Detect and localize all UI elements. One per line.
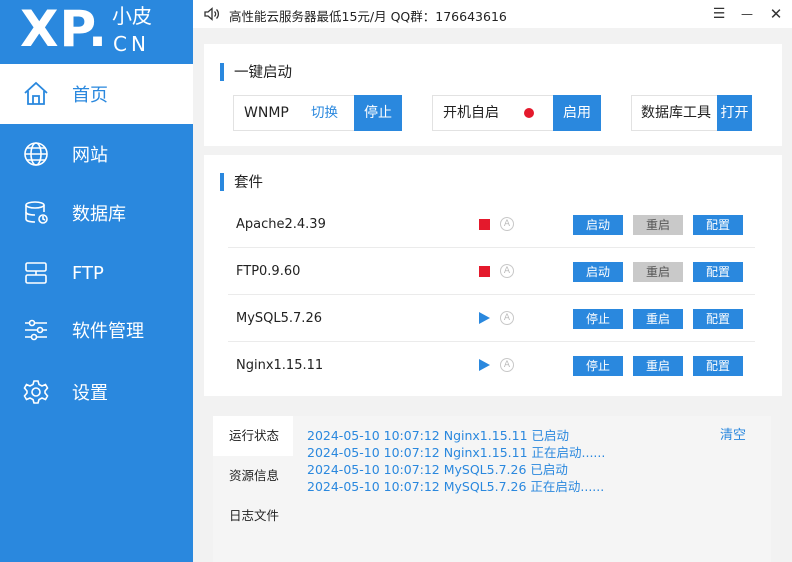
home-icon (24, 81, 48, 105)
autostart-label: 开机自启 (443, 105, 499, 121)
close-button[interactable]: ✕ (764, 2, 788, 26)
restart-button[interactable]: 重启 (633, 215, 683, 235)
sidebar: XP. 小皮 CN 首页 网站 数据库 FTP 软件管理 设置 (0, 0, 193, 562)
globe-icon (24, 142, 48, 166)
sidebar-item-label: 网站 (72, 145, 108, 166)
auto-start-icon[interactable]: A (500, 358, 514, 372)
open-db-tool-button[interactable]: 打开 (717, 95, 752, 131)
auto-start-icon[interactable]: A (500, 311, 514, 325)
logo-brand-cn: 小皮 (112, 4, 152, 28)
tab-resource-info[interactable]: 资源信息 (213, 456, 293, 496)
db-tool-group: 数据库工具 打开 (631, 95, 752, 131)
sidebar-item-label: 软件管理 (72, 321, 144, 342)
minimize-button[interactable]: — (735, 2, 759, 26)
database-icon (25, 201, 48, 224)
tab-log-files[interactable]: 日志文件 (213, 496, 293, 536)
sidebar-item-label: 首页 (72, 85, 108, 106)
running-status-icon (479, 312, 490, 324)
enable-autostart-button[interactable]: 启用 (553, 95, 601, 131)
sidebar-item-label: FTP (72, 262, 104, 284)
stop-button[interactable]: 停止 (573, 356, 623, 376)
gear-icon (23, 380, 49, 404)
wnmp-label: WNMP (244, 105, 289, 121)
service-name: MySQL5.7.26 (236, 311, 322, 326)
quickstart-title-text: 一键启动 (234, 65, 292, 81)
sliders-icon (25, 319, 47, 341)
logo-brand: XP. (20, 0, 109, 58)
stopped-status-icon (479, 266, 490, 277)
config-button[interactable]: 配置 (693, 309, 743, 329)
sidebar-item-database[interactable]: 数据库 (0, 183, 193, 243)
stop-button[interactable]: 停止 (573, 309, 623, 329)
db-tool-label: 数据库工具 (641, 105, 711, 121)
sidebar-item-settings[interactable]: 设置 (0, 362, 193, 422)
config-button[interactable]: 配置 (693, 262, 743, 282)
restart-button[interactable]: 重启 (633, 356, 683, 376)
restart-button[interactable]: 重启 (633, 262, 683, 282)
suite-row-ftp: FTP0.9.60 A 启动 重启 配置 (228, 248, 755, 295)
log-content: 2024-05-10 10:07:12 Nginx1.15.11 已启动 202… (293, 416, 771, 562)
auto-start-icon[interactable]: A (500, 264, 514, 278)
service-name: Apache2.4.39 (236, 217, 326, 232)
menu-button[interactable]: ☰ (707, 2, 731, 26)
sidebar-item-label: 数据库 (72, 204, 126, 225)
ftp-icon (25, 262, 47, 284)
app-window: XP. 小皮 CN 首页 网站 数据库 FTP 软件管理 设置 高性能云服务器最… (0, 0, 792, 562)
suite-row-mysql: MySQL5.7.26 A 停止 重启 配置 (228, 295, 755, 342)
start-button[interactable]: 启动 (573, 215, 623, 235)
service-name: Nginx1.15.11 (236, 358, 324, 373)
wnmp-group: WNMP 切换 停止 (233, 95, 402, 131)
ad-banner-text[interactable]: 高性能云服务器最低15元/月 QQ群：176643616 (229, 6, 507, 25)
autostart-group: 开机自启 启用 (432, 95, 601, 131)
title-bar: 高性能云服务器最低15元/月 QQ群：176643616 ☰ — ✕ (193, 0, 792, 28)
config-button[interactable]: 配置 (693, 356, 743, 376)
auto-start-icon[interactable]: A (500, 217, 514, 231)
switch-link[interactable]: 切换 (311, 96, 338, 130)
service-name: FTP0.9.60 (236, 264, 301, 279)
quickstart-panel: 一键启动 WNMP 切换 停止 开机自启 启用 数据库工具 打开 (204, 44, 782, 146)
start-button[interactable]: 启动 (573, 262, 623, 282)
stop-all-button[interactable]: 停止 (354, 95, 402, 131)
suite-title: 套件 (220, 171, 263, 192)
suite-panel: 套件 Apache2.4.39 A 启动 重启 配置 FTP0.9.60 A 启… (204, 155, 782, 396)
config-button[interactable]: 配置 (693, 215, 743, 235)
sidebar-item-label: 设置 (72, 383, 108, 404)
autostart-status-dot (524, 108, 534, 118)
suite-row-nginx: Nginx1.15.11 A 停止 重启 配置 (228, 342, 755, 389)
suite-title-text: 套件 (234, 175, 263, 191)
clear-log-button[interactable]: 清空 (720, 424, 746, 443)
stopped-status-icon (479, 219, 490, 230)
logo-domain: CN (113, 32, 150, 56)
quickstart-title: 一键启动 (220, 61, 292, 82)
tab-run-status[interactable]: 运行状态 (213, 416, 293, 456)
sidebar-item-home[interactable]: 首页 (0, 64, 193, 124)
speaker-icon (204, 7, 220, 21)
restart-button[interactable]: 重启 (633, 309, 683, 329)
sidebar-item-website[interactable]: 网站 (0, 124, 193, 184)
sidebar-item-ftp[interactable]: FTP (0, 243, 193, 303)
log-line: 2024-05-10 10:07:12 MySQL5.7.26 正在启动....… (307, 479, 605, 494)
sidebar-item-software[interactable]: 软件管理 (0, 300, 193, 360)
running-status-icon (479, 359, 490, 371)
log-panel: 运行状态 资源信息 日志文件 2024-05-10 10:07:12 Nginx… (213, 416, 771, 562)
suite-row-apache: Apache2.4.39 A 启动 重启 配置 (228, 201, 755, 248)
logo: XP. 小皮 CN (0, 0, 193, 62)
